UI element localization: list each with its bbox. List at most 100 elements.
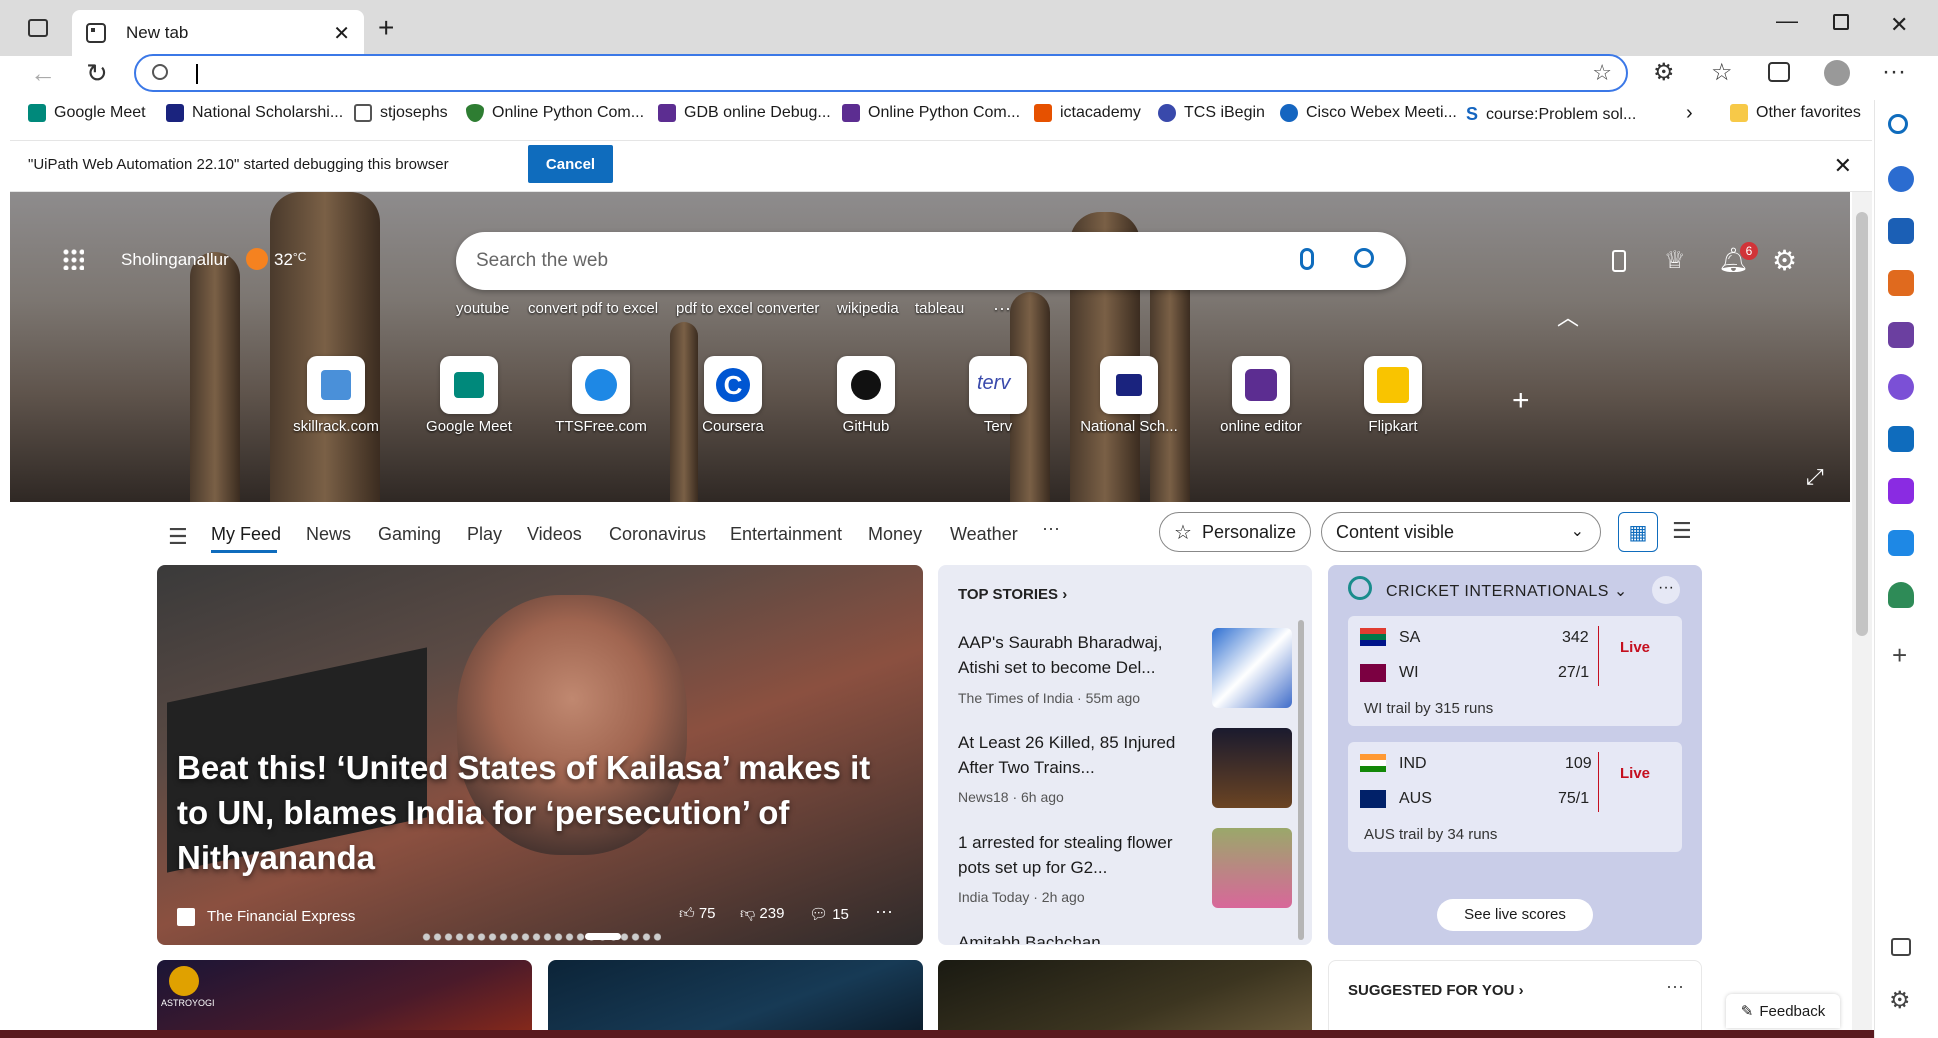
story-thumbnail[interactable] <box>1212 628 1292 708</box>
apps-launcher-icon[interactable] <box>62 248 84 270</box>
feed-tab-money[interactable]: Money <box>868 524 922 545</box>
fav-item[interactable]: Online Python Com... <box>466 104 644 122</box>
games-icon[interactable] <box>1888 322 1914 348</box>
quick-link-terv[interactable]: terv <box>969 356 1027 414</box>
expand-icon[interactable]: ⤢ <box>1806 464 1824 490</box>
dislike-button[interactable]: 👎︎ 239 <box>740 905 784 923</box>
astroyogi-card[interactable]: ASTROYOGI <box>157 960 532 1038</box>
profile-avatar[interactable] <box>1824 60 1850 86</box>
close-window-icon[interactable]: ✕ <box>1890 12 1908 38</box>
hamburger-menu-icon[interactable]: ☰ <box>168 524 188 550</box>
shopping-icon[interactable] <box>1888 218 1914 244</box>
bing-chat-icon[interactable] <box>1888 166 1914 192</box>
quick-link-label[interactable]: Google Meet <box>399 418 539 435</box>
feed-tab-coronavirus[interactable]: Coronavirus <box>609 524 706 545</box>
story-thumbnail[interactable] <box>1212 728 1292 808</box>
list-view-icon[interactable]: ☰ <box>1672 518 1692 544</box>
publisher-name[interactable]: The Financial Express <box>207 908 355 925</box>
add-favorite-icon[interactable]: ☆ <box>1592 60 1612 86</box>
tab-actions-icon[interactable] <box>28 19 48 37</box>
feed-tab-play[interactable]: Play <box>467 524 502 545</box>
tab-new-tab[interactable]: New tab ✕ <box>72 10 364 56</box>
scrollbar-thumb[interactable] <box>1856 212 1868 636</box>
suggestion-link[interactable]: wikipedia <box>837 300 899 317</box>
quick-link-label[interactable]: skillrack.com <box>266 418 406 435</box>
rewards-icon[interactable]: ♕ <box>1664 246 1686 275</box>
quick-link-google-meet[interactable] <box>440 356 498 414</box>
phone-icon[interactable] <box>1612 250 1626 272</box>
quick-link-label[interactable]: TTSFree.com <box>531 418 671 435</box>
sidebar-settings-icon[interactable]: ⚙ <box>1889 986 1911 1015</box>
address-bar[interactable]: ☆ <box>134 54 1628 92</box>
carousel-dots[interactable] <box>421 933 661 941</box>
temperature[interactable]: 32°C <box>274 250 306 270</box>
fav-item[interactable]: Google Meet <box>28 104 146 122</box>
suggested-heading[interactable]: SUGGESTED FOR YOU › <box>1348 982 1524 999</box>
outlook-icon[interactable] <box>1888 426 1914 452</box>
chevron-up-icon[interactable]: ︿ <box>1557 300 1579 332</box>
feedback-button[interactable]: ✎ Feedback <box>1726 994 1840 1028</box>
close-infobar-icon[interactable]: ✕ <box>1834 153 1852 179</box>
fav-item[interactable]: TCS iBegin <box>1158 104 1265 122</box>
fav-item[interactable]: National Scholarshi... <box>166 104 343 122</box>
story-title[interactable]: AAP's Saurabh Bharadwaj, Atishi set to b… <box>958 630 1178 680</box>
minimize-icon[interactable]: — <box>1776 8 1798 34</box>
quick-link-flipkart[interactable] <box>1364 356 1422 414</box>
hero-headline[interactable]: Beat this! ‘United States of Kailasa’ ma… <box>177 745 897 880</box>
refresh-icon[interactable]: ↻ <box>86 58 108 89</box>
feed-tab-entertainment[interactable]: Entertainment <box>730 524 842 545</box>
grid-view-icon[interactable]: ▦ <box>1618 512 1658 552</box>
top-stories-heading[interactable]: TOP STORIES › <box>958 586 1067 603</box>
comments-button[interactable]: 💬︎ 15 <box>809 905 849 923</box>
content-visibility-select[interactable]: Content visible ⌄ <box>1321 512 1601 552</box>
story-thumbnail[interactable] <box>1212 828 1292 908</box>
story-title[interactable]: At Least 26 Killed, 85 Injured After Two… <box>958 730 1178 780</box>
feed-tab-videos[interactable]: Videos <box>527 524 582 545</box>
feed-card[interactable] <box>938 960 1312 1038</box>
collections-icon[interactable] <box>1768 62 1790 82</box>
story-more-icon[interactable]: ··· <box>875 901 893 922</box>
fav-item[interactable]: ictacademy <box>1034 104 1141 122</box>
suggested-more-icon[interactable]: ··· <box>1666 976 1684 997</box>
top-stories-scrollbar[interactable] <box>1298 620 1304 940</box>
story-title[interactable]: 1 arrested for stealing flower pots set … <box>958 830 1178 880</box>
restore-icon[interactable] <box>1833 14 1849 30</box>
suggestion-link[interactable]: convert pdf to excel <box>528 300 658 317</box>
cricket-more-icon[interactable]: ··· <box>1652 576 1680 604</box>
fav-item[interactable]: GDB online Debug... <box>658 104 831 122</box>
quick-link-label[interactable]: online editor <box>1191 418 1331 435</box>
like-button[interactable]: 👍︎ 75 <box>679 905 716 923</box>
fav-item[interactable]: Scourse:Problem sol... <box>1466 104 1636 125</box>
tree-icon[interactable] <box>1888 582 1914 608</box>
favorites-icon[interactable]: ☆ <box>1711 58 1733 87</box>
quick-link-coursera[interactable]: C <box>704 356 762 414</box>
hide-sidebar-icon[interactable] <box>1891 938 1911 956</box>
quick-link-skillrack[interactable] <box>307 356 365 414</box>
cricket-heading[interactable]: CRICKET INTERNATIONALS ⌄ <box>1386 581 1628 601</box>
quick-link-label[interactable]: National Sch... <box>1059 418 1199 435</box>
quick-link-github[interactable] <box>837 356 895 414</box>
quick-link-online-editor[interactable] <box>1232 356 1290 414</box>
more-tabs-icon[interactable]: ··· <box>1042 518 1060 539</box>
microphone-icon[interactable] <box>1300 248 1314 270</box>
story-title[interactable]: Amitabh Bachchan... <box>958 930 1178 944</box>
feed-tab-gaming[interactable]: Gaming <box>378 524 441 545</box>
quick-link-label[interactable]: Coursera <box>663 418 803 435</box>
feed-tab-news[interactable]: News <box>306 524 351 545</box>
chevron-right-icon[interactable]: › <box>1686 102 1693 125</box>
new-tab-button[interactable]: + <box>378 12 394 44</box>
add-shortcut-icon[interactable]: + <box>1512 384 1530 418</box>
search-icon[interactable] <box>1888 114 1908 134</box>
fav-item[interactable]: Cisco Webex Meeti... <box>1280 104 1457 122</box>
suggestion-link[interactable]: youtube <box>456 300 509 317</box>
quick-link-label[interactable]: Terv <box>928 418 1068 435</box>
quick-link-ttsfree[interactable] <box>572 356 630 414</box>
close-tab-icon[interactable]: ✕ <box>333 21 350 46</box>
other-favorites[interactable]: Other favorites <box>1730 104 1861 122</box>
tools-icon[interactable] <box>1888 270 1914 296</box>
send-icon[interactable] <box>1888 530 1914 556</box>
fav-item[interactable]: stjosephs <box>354 104 448 122</box>
suggestion-link[interactable]: pdf to excel converter <box>676 300 819 317</box>
quick-link-label[interactable]: GitHub <box>796 418 936 435</box>
suggestion-link[interactable]: tableau <box>915 300 964 317</box>
